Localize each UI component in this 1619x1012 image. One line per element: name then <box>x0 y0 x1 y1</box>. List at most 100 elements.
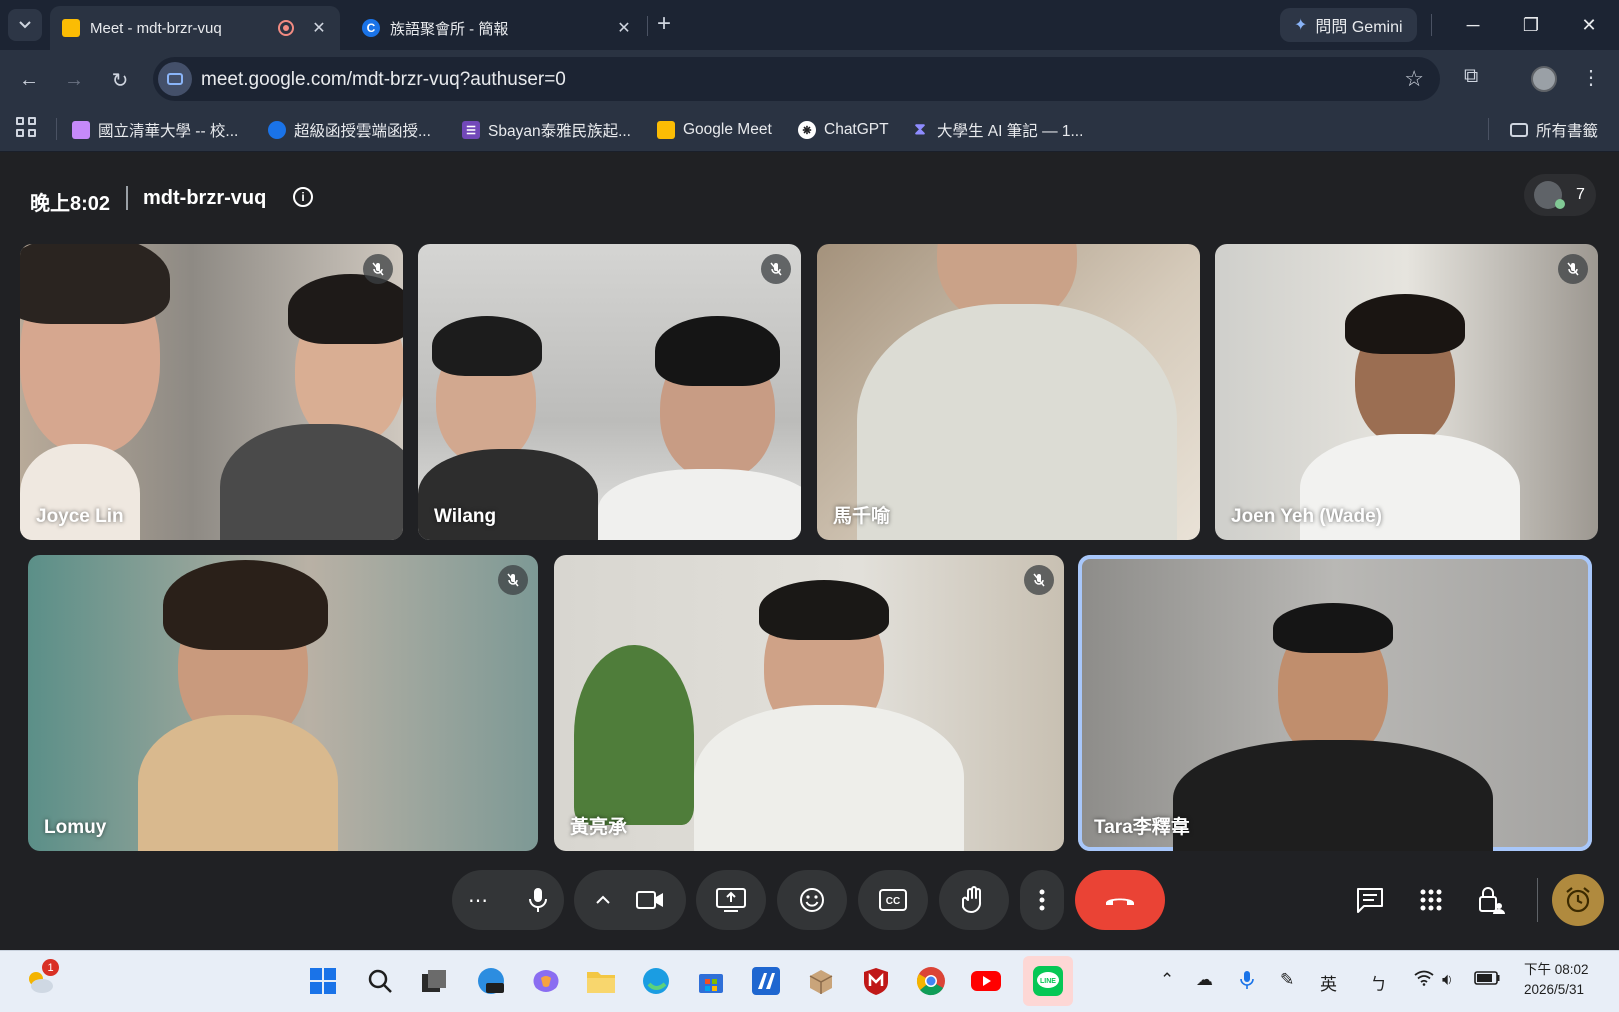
menu-dots-icon[interactable]: ⋮ <box>1581 65 1601 90</box>
wifi-icon[interactable] <box>1414 970 1434 991</box>
present-screen-button[interactable] <box>696 870 766 930</box>
tab-bar: Meet - mdt-brzr-vuq ✕ C 族語聚會所 - 簡報 ✕ + ✦… <box>0 0 1619 50</box>
chrome-app[interactable] <box>913 963 949 999</box>
tab-search-button[interactable] <box>8 9 42 41</box>
input-language[interactable]: 英 <box>1320 970 1337 995</box>
microphone-tray-icon[interactable] <box>1240 970 1254 995</box>
captions-button[interactable]: CC <box>858 870 928 930</box>
ime-mode-icon[interactable]: ㄅ <box>1370 970 1387 995</box>
windows-taskbar: 1 LINE ⌃ ☁ ✎ 英 ㄅ 🔉︎ 下午 08:02 2026/5/31 <box>0 950 1619 1012</box>
bookmark-label: Google Meet <box>683 121 772 138</box>
forward-button[interactable]: → <box>59 65 89 95</box>
folder-icon <box>587 972 615 993</box>
header-divider <box>126 186 128 210</box>
search-icon <box>368 969 392 993</box>
volume-icon[interactable]: 🔉︎ <box>1442 970 1453 990</box>
edge-app[interactable] <box>638 963 674 999</box>
tab-slides[interactable]: C 族語聚會所 - 簡報 ✕ <box>350 6 645 50</box>
participant-name: 馬千喻 <box>833 506 891 527</box>
minimize-button[interactable]: ─ <box>1453 10 1493 40</box>
participant-tile[interactable]: Lomuy <box>28 555 538 851</box>
line-icon: LINE <box>1033 966 1063 996</box>
weather-widget[interactable]: 1 <box>22 959 59 999</box>
chatgpt-icon: ❋ <box>798 121 816 139</box>
profile-avatar[interactable] <box>1531 66 1557 92</box>
meeting-info-icon[interactable]: i <box>293 187 313 207</box>
youtube-app[interactable] <box>968 963 1004 999</box>
address-bar[interactable]: meet.google.com/mdt-brzr-vuq?authuser=0 … <box>153 57 1440 101</box>
close-window-button[interactable]: ✕ <box>1569 10 1609 40</box>
bookmark-item[interactable]: Google Meet <box>657 117 772 143</box>
mcafee-app[interactable] <box>858 963 894 999</box>
pinned-app[interactable] <box>803 963 839 999</box>
nthu-icon <box>72 121 90 139</box>
camera-icon[interactable] <box>636 890 664 910</box>
participant-tile[interactable]: Wilang <box>418 244 801 540</box>
copilot-app[interactable] <box>528 963 564 999</box>
mic-off-icon <box>498 565 528 595</box>
extensions-icon[interactable]: ⧉ <box>1464 65 1478 88</box>
show-hidden-icons[interactable]: ⌃ <box>1160 970 1174 990</box>
notification-badge: 1 <box>42 959 59 976</box>
search-button[interactable] <box>362 963 398 999</box>
reactions-button[interactable] <box>777 870 847 930</box>
bookmark-item[interactable]: 國立清華大學 -- 校... <box>72 117 238 143</box>
battery-icon[interactable] <box>1474 970 1500 990</box>
chevron-up-icon[interactable] <box>596 895 610 905</box>
host-controls-button[interactable] <box>1474 882 1510 918</box>
bookmark-item[interactable]: ❋ ChatGPT <box>798 117 889 143</box>
timer-button[interactable] <box>1552 874 1604 926</box>
participant-tile[interactable]: Joyce Lin <box>20 244 403 540</box>
plant <box>574 645 694 825</box>
microphone-icon[interactable] <box>528 887 548 913</box>
bookmark-item[interactable]: 超級函授雲端函授... <box>268 117 431 143</box>
tab-title: Meet - mdt-brzr-vuq <box>90 19 222 37</box>
close-tab-icon[interactable]: ✕ <box>613 18 635 38</box>
chat-button[interactable] <box>1352 882 1388 918</box>
onedrive-icon[interactable]: ☁ <box>1196 970 1213 990</box>
all-bookmarks-button[interactable]: 所有書籤 <box>1510 117 1598 143</box>
gemini-label: 問問 Gemini <box>1315 19 1403 36</box>
participant-name: Wilang <box>434 506 497 527</box>
ask-gemini-button[interactable]: ✦ 問問 Gemini <box>1280 8 1417 42</box>
back-button[interactable]: ← <box>14 65 44 95</box>
bookmark-star-icon[interactable]: ☆ <box>1404 66 1424 92</box>
restore-button[interactable]: ❐ <box>1511 10 1551 40</box>
apps-grid-icon[interactable] <box>16 117 36 137</box>
participants-button[interactable]: 7 <box>1524 174 1596 216</box>
meeting-code: mdt-brzr-vuq <box>143 187 267 209</box>
mic-off-icon <box>363 254 393 284</box>
microsoft-store-app[interactable] <box>693 963 729 999</box>
participant-tile[interactable]: 馬千喻 <box>817 244 1200 540</box>
tab-meet[interactable]: Meet - mdt-brzr-vuq ✕ <box>50 6 340 50</box>
file-explorer-app[interactable] <box>583 963 619 999</box>
bookmark-divider <box>1488 118 1489 140</box>
pen-menu-icon[interactable]: ✎ <box>1280 970 1294 990</box>
browser-toolbar: ← → ↻ meet.google.com/mdt-brzr-vuq?authu… <box>0 50 1619 109</box>
game-box-icon <box>809 970 833 994</box>
task-view-button[interactable] <box>416 963 452 999</box>
activities-button[interactable] <box>1413 882 1449 918</box>
camera-control-group <box>574 870 686 930</box>
leave-call-button[interactable] <box>1075 870 1165 930</box>
controls-divider <box>1537 878 1538 922</box>
participant-tile[interactable]: Joen Yeh (Wade) <box>1215 244 1598 540</box>
more-audio-options-icon[interactable]: ⋯ <box>468 888 488 913</box>
edge-preview-app[interactable] <box>473 963 509 999</box>
site-info-icon[interactable] <box>158 62 192 96</box>
participant-tile[interactable]: 黃亮承 <box>554 555 1064 851</box>
start-button[interactable] <box>305 963 341 999</box>
participant-tile-speaking[interactable]: Tara李釋韋 <box>1078 555 1592 851</box>
pinned-app[interactable] <box>748 963 784 999</box>
more-options-button[interactable] <box>1020 870 1064 930</box>
bookmark-item[interactable]: ⧗ 大學生 AI 筆記 — 1... <box>911 117 1083 143</box>
chrome-icon <box>916 967 945 996</box>
new-tab-button[interactable]: + <box>657 12 671 36</box>
close-tab-icon[interactable]: ✕ <box>308 18 330 38</box>
system-clock[interactable]: 下午 08:02 2026/5/31 <box>1524 960 1589 1000</box>
reload-button[interactable]: ↻ <box>105 65 135 95</box>
bookmark-item[interactable]: ☰ Sbayan泰雅民族起... <box>462 117 631 143</box>
chat-icon <box>1357 888 1383 913</box>
line-app[interactable]: LINE <box>1023 956 1073 1006</box>
raise-hand-button[interactable] <box>939 870 1009 930</box>
